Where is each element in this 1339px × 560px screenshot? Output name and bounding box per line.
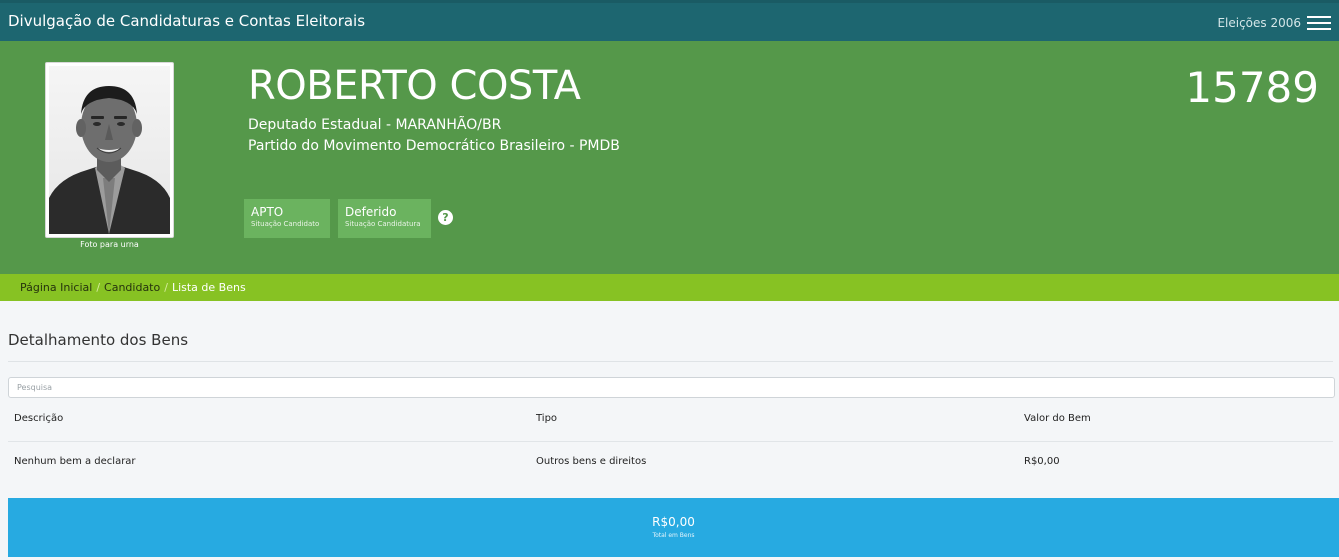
breadcrumb-separator: /: [164, 281, 168, 294]
table-cell-value: R$0,00: [1024, 456, 1060, 467]
column-header-description[interactable]: Descrição: [14, 413, 63, 424]
column-header-type[interactable]: Tipo: [536, 413, 557, 424]
total-assets-bar: R$0,00 Total em Bens: [8, 498, 1339, 557]
candidate-name: ROBERTO COSTA: [248, 63, 581, 109]
candidate-status-label: Situação Candidato: [251, 220, 320, 228]
candidate-photo: [45, 62, 174, 238]
candidate-status-badge: APTO Situação Candidato: [244, 199, 330, 238]
candidate-party: Partido do Movimento Democrático Brasile…: [248, 138, 620, 154]
breadcrumb-current: Lista de Bens: [171, 281, 246, 294]
candidate-office: Deputado Estadual - MARANHÃO/BR: [248, 117, 502, 133]
candidate-status-value: APTO: [251, 205, 284, 219]
total-assets-value: R$0,00: [652, 515, 695, 529]
breadcrumb-candidate[interactable]: Candidato: [104, 281, 160, 294]
section-divider: [8, 361, 1333, 362]
candidate-portrait-image: [49, 66, 170, 234]
candidate-header: Foto para urna ROBERTO COSTA 15789 Deput…: [0, 41, 1339, 274]
top-navbar: Divulgação de Candidaturas e Contas Elei…: [0, 0, 1339, 41]
question-circle-icon[interactable]: ?: [438, 210, 453, 225]
photo-caption: Foto para urna: [80, 240, 139, 249]
breadcrumb: Página Inicial / Candidato / Lista de Bens: [0, 274, 1339, 301]
breadcrumb-home[interactable]: Página Inicial: [20, 281, 92, 294]
candidacy-status-label: Situação Candidatura: [345, 220, 421, 228]
total-assets-label: Total em Bens: [652, 532, 695, 539]
section-title: Detalhamento dos Bens: [8, 331, 189, 349]
table-divider: [8, 441, 1333, 442]
breadcrumb-separator: /: [96, 281, 101, 294]
hamburger-menu-icon[interactable]: [1307, 16, 1331, 30]
app-title[interactable]: Divulgação de Candidaturas e Contas Elei…: [8, 12, 365, 30]
election-year-label[interactable]: Eleições 2006: [1217, 16, 1301, 30]
table-cell-type: Outros bens e direitos: [536, 456, 647, 467]
search-input[interactable]: [8, 377, 1335, 398]
candidacy-status-badge: Deferido Situação Candidatura: [338, 199, 431, 238]
column-header-value[interactable]: Valor do Bem: [1024, 413, 1091, 424]
candidacy-status-value: Deferido: [345, 205, 397, 219]
table-cell-description: Nenhum bem a declarar: [14, 456, 136, 467]
candidate-number: 15789: [1185, 63, 1319, 112]
